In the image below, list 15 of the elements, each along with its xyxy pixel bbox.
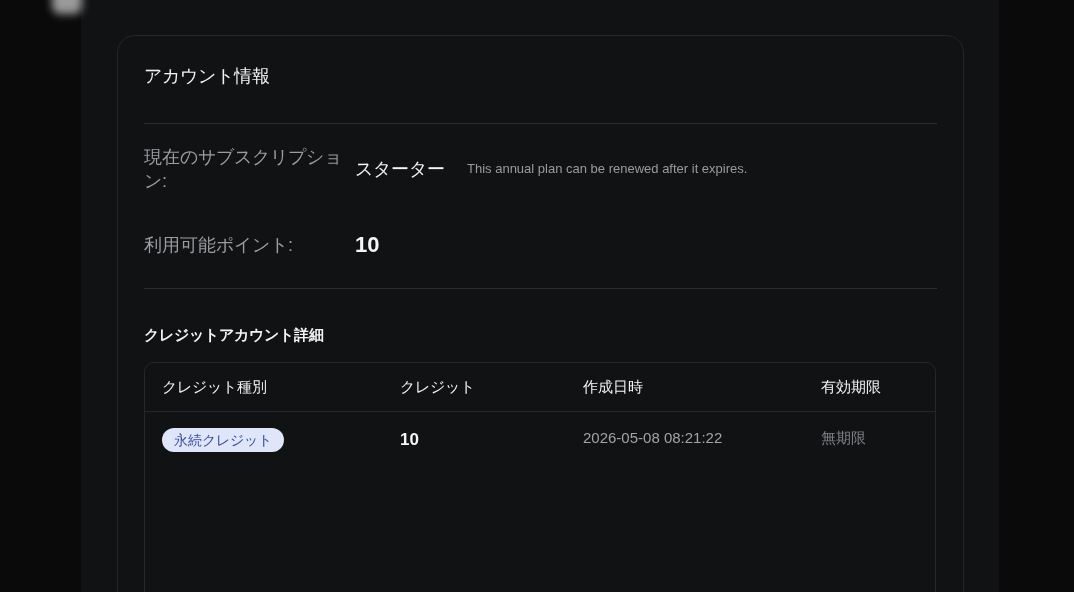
created-date-cell-text: 2026-05-08 08:21:22 [583,428,723,448]
field-label: 現在のサブスクリプション: [144,146,343,193]
column-header: クレジット種別 [162,377,267,397]
expiry-cell-text: 無期限 [821,428,866,448]
field-value: スターター [355,158,445,181]
credit-type-badge: 永続クレジット [162,428,284,452]
column-header: 有効期限 [821,377,881,397]
column-header: 作成日時 [583,377,643,397]
field-note: This annual plan can be renewed after it expires. [467,160,748,178]
card-title: アカウント情報 [144,66,270,86]
field-label: 利用可能ポイント: [144,234,294,257]
credits-cell: 10 [400,429,419,451]
field-value: 10 [355,231,380,259]
column-header: クレジット [400,377,475,397]
section-title: クレジットアカウント詳細 [144,326,324,343]
